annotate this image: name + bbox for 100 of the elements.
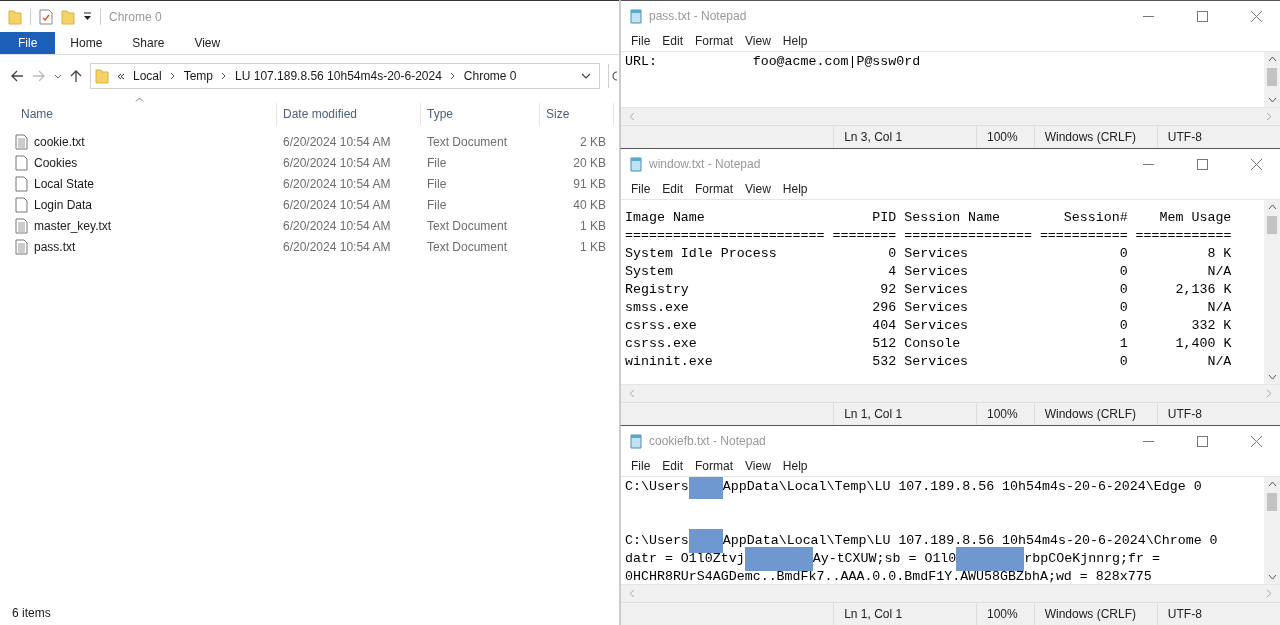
separator-line: =========== bbox=[1039, 227, 1128, 245]
ribbon-tab[interactable]: View bbox=[179, 32, 236, 54]
status-text: Windows (CRLF) bbox=[1033, 603, 1157, 625]
menu-item[interactable]: File bbox=[625, 459, 657, 473]
sort-caret-icon bbox=[135, 97, 144, 102]
scroll-thumb[interactable] bbox=[1267, 493, 1277, 511]
scroll-down-icon[interactable] bbox=[1267, 97, 1277, 103]
chevron-right-icon[interactable] bbox=[449, 72, 456, 80]
menu-item[interactable]: File bbox=[625, 182, 657, 196]
table-cell-text: N/A bbox=[1206, 353, 1232, 371]
close-icon[interactable] bbox=[1250, 158, 1262, 170]
refresh-icon[interactable] bbox=[611, 70, 617, 82]
menu-item[interactable]: File bbox=[625, 34, 657, 48]
column-header: Mem Usage bbox=[1158, 209, 1232, 227]
file-size: 2 KB bbox=[579, 133, 607, 151]
chevron-right-icon[interactable] bbox=[169, 72, 176, 80]
scroll-down-icon[interactable] bbox=[1267, 374, 1277, 380]
text-file-icon bbox=[15, 238, 28, 255]
notepad-icon bbox=[629, 8, 643, 24]
blank-file-icon bbox=[15, 196, 28, 213]
column-header[interactable]: Type bbox=[421, 103, 540, 125]
chevron-down-icon[interactable] bbox=[54, 73, 62, 79]
file-type: Text Document bbox=[426, 238, 509, 256]
breadcrumb-item[interactable]: Chrome 0 bbox=[463, 69, 517, 83]
table-cell-text: N/A bbox=[1206, 263, 1232, 281]
maximize-icon[interactable] bbox=[1196, 158, 1208, 170]
file-name[interactable]: pass.txt bbox=[34, 239, 76, 254]
menu-item[interactable]: View bbox=[739, 182, 777, 196]
menu-item[interactable]: Edit bbox=[656, 34, 690, 48]
scroll-down-icon[interactable] bbox=[1267, 574, 1277, 580]
file-name[interactable]: Login Data bbox=[34, 197, 93, 212]
status-text: Ln 1, Col 1 bbox=[833, 603, 976, 625]
table-cell-text: 404 bbox=[871, 317, 897, 335]
dropdown-icon[interactable] bbox=[83, 12, 92, 21]
table-cell-text: 2,136 K bbox=[1174, 281, 1232, 299]
file-type: File bbox=[426, 175, 448, 193]
file-name[interactable]: cookie.txt bbox=[34, 134, 85, 149]
menu-item[interactable]: Edit bbox=[656, 459, 690, 473]
back-arrow-icon[interactable] bbox=[10, 70, 24, 82]
scroll-thumb[interactable] bbox=[1267, 216, 1277, 234]
vertical-scrollbar[interactable] bbox=[1264, 52, 1280, 107]
menu-item[interactable]: Edit bbox=[656, 182, 690, 196]
menu-item[interactable]: Help bbox=[776, 34, 814, 48]
column-header[interactable]: Date modified bbox=[277, 103, 421, 125]
column-header[interactable]: Size bbox=[540, 103, 614, 125]
vertical-scrollbar[interactable] bbox=[1264, 477, 1280, 584]
breadcrumb-item[interactable]: Local bbox=[133, 69, 162, 83]
notepad-icon bbox=[629, 433, 643, 449]
ribbon-tab[interactable]: File bbox=[0, 32, 56, 54]
column-header[interactable]: Name bbox=[15, 103, 277, 125]
separator-line: ======== bbox=[832, 227, 897, 245]
text-area[interactable]: URL: foo@acme.com|P@ssw0rd bbox=[621, 52, 1264, 107]
address-bar[interactable]: Local Temp LU 107.189.8.56 10h54m4s-20-6-2024 Chrome 0 bbox=[90, 63, 600, 89]
ribbon-tab[interactable]: Home bbox=[55, 32, 118, 54]
scroll-up-icon[interactable] bbox=[1267, 56, 1277, 62]
table-cell-text: Services bbox=[904, 353, 970, 371]
menu-item[interactable]: Help bbox=[776, 182, 814, 196]
table-cell-text: csrss.exe bbox=[625, 317, 698, 335]
breadcrumb-item[interactable]: Temp bbox=[183, 69, 214, 83]
chevron-right-icon[interactable] bbox=[221, 72, 228, 80]
window-title: window.txt - Notepad bbox=[649, 157, 762, 171]
table-cell-text: 1 bbox=[1118, 335, 1128, 353]
menu-item[interactable]: View bbox=[739, 34, 777, 48]
status-text: UTF-8 bbox=[1156, 603, 1280, 625]
column-header: Session Name bbox=[904, 209, 1001, 227]
menu-item[interactable]: Format bbox=[689, 34, 740, 48]
table-cell-text: 0 bbox=[1118, 263, 1128, 281]
menu-item[interactable]: Help bbox=[776, 459, 814, 473]
folder-icon bbox=[95, 68, 109, 84]
blank-file-icon bbox=[15, 175, 28, 192]
maximize-icon[interactable] bbox=[1196, 10, 1208, 22]
menu-item[interactable]: View bbox=[739, 459, 777, 473]
checklist-icon[interactable] bbox=[39, 8, 53, 25]
file-name[interactable]: Local State bbox=[34, 176, 95, 191]
menu-item[interactable]: Format bbox=[689, 459, 740, 473]
breadcrumb-item[interactable]: LU 107.189.8.56 10h54m4s-20-6-2024 bbox=[235, 69, 442, 83]
overflow-chevrons-icon[interactable] bbox=[117, 72, 125, 80]
scroll-thumb[interactable] bbox=[1267, 68, 1277, 86]
scroll-up-icon[interactable] bbox=[1267, 204, 1277, 210]
up-arrow-icon[interactable] bbox=[70, 69, 82, 83]
text-line: AppData\Local\Temp\LU 107.189.8.56 10h54m4s-20-6-2024\Chrome 0 bbox=[722, 532, 1218, 550]
chevron-down-icon[interactable] bbox=[581, 73, 591, 79]
file-name[interactable]: master_key.txt bbox=[34, 218, 112, 233]
scroll-up-icon[interactable] bbox=[1267, 481, 1277, 487]
table-cell-text: System bbox=[625, 263, 674, 281]
close-icon[interactable] bbox=[1250, 435, 1262, 447]
file-type: File bbox=[426, 196, 448, 214]
vertical-scrollbar[interactable] bbox=[1264, 200, 1280, 384]
column-header: PID bbox=[871, 209, 897, 227]
close-icon[interactable] bbox=[1250, 10, 1262, 22]
text-file-icon bbox=[15, 133, 28, 150]
file-name[interactable]: Cookies bbox=[34, 155, 78, 170]
menu-item[interactable]: Format bbox=[689, 182, 740, 196]
table-cell-text: 0 bbox=[1118, 281, 1128, 299]
table-cell-text: System Idle Process bbox=[625, 245, 778, 263]
table-cell-text: 0 bbox=[1118, 353, 1128, 371]
date-modified: 6/20/2024 10:54 AM bbox=[282, 133, 392, 151]
ribbon-tab[interactable]: Share bbox=[117, 32, 180, 54]
maximize-icon[interactable] bbox=[1196, 435, 1208, 447]
table-cell-text: Services bbox=[904, 263, 970, 281]
